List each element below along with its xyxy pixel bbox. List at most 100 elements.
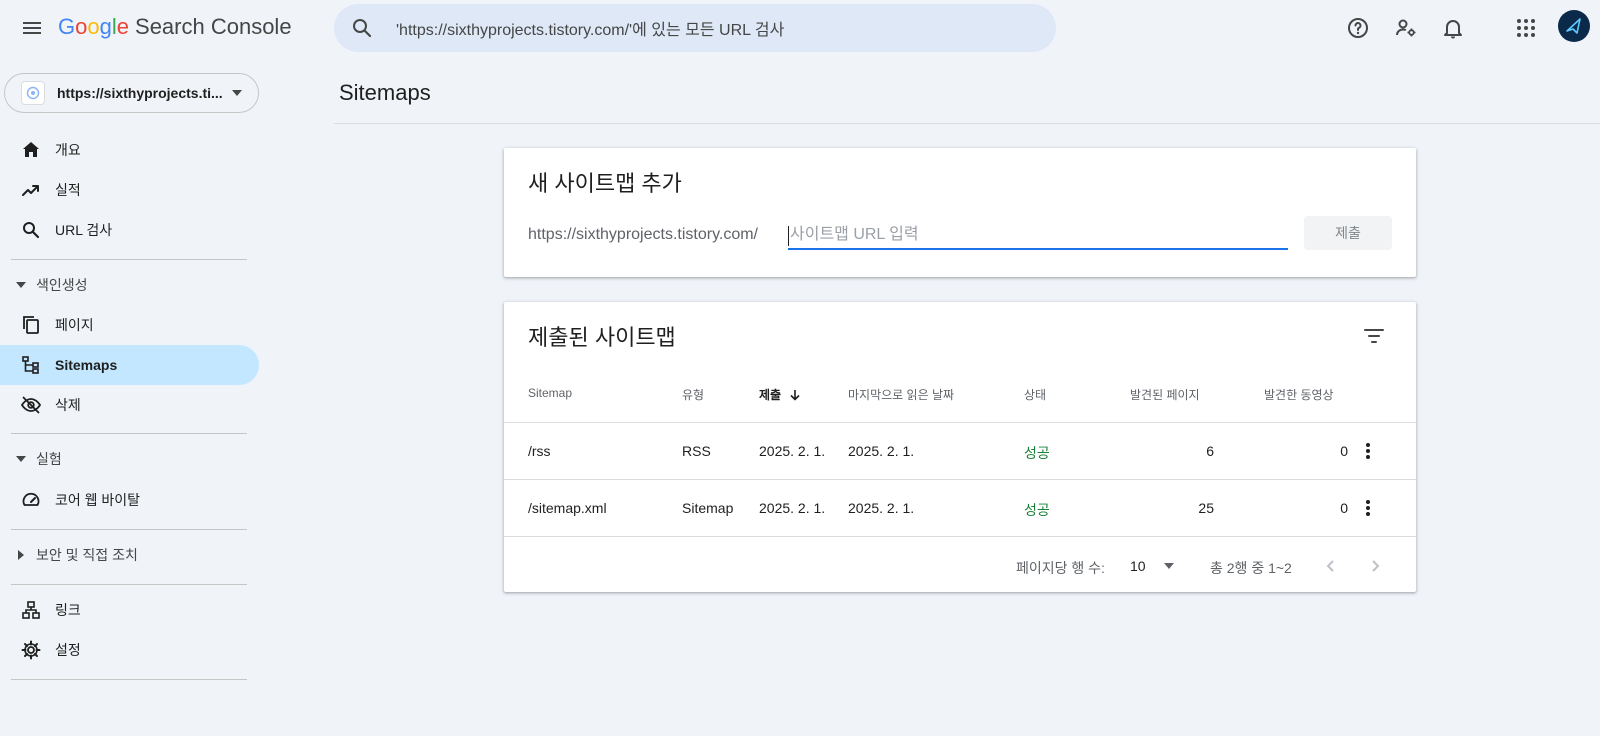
cell-last-read: 2025. 2. 1. [848,500,915,516]
logo-letter: G [58,14,76,39]
expand-less-icon [15,279,27,291]
nav-section-label: 보안 및 직접 조치 [36,547,138,563]
rows-per-page-label: 페이지당 행 수: [1016,560,1105,576]
nav-label: 설정 [55,642,81,658]
top-app-bar: Google Search Console 'https://sixthyproj… [0,0,1600,56]
settings-icon [20,639,42,661]
cell-sitemap: /sitemap.xml [528,500,607,516]
product-name: Search Console [135,14,292,39]
expand-more-icon [15,549,27,561]
magnify-icon [20,219,42,241]
nav-label: URL 검사 [55,222,113,238]
row-more-button[interactable] [1352,492,1384,524]
nav-item-pages[interactable]: 페이지 [0,305,259,345]
notifications-icon [1441,16,1465,40]
speed-icon [20,489,42,511]
submit-button[interactable]: 제출 [1304,216,1392,250]
cell-type: Sitemap [682,500,734,516]
previous-page-button[interactable] [1314,550,1346,582]
help-button[interactable] [1338,8,1378,48]
nav-section-security[interactable]: 보안 및 직접 조치 [0,537,259,573]
nav-label: 실적 [55,182,81,198]
sitemap-url-input[interactable] [788,222,1288,250]
cell-sitemap: /rss [528,443,551,459]
cell-discovered-videos: 0 [1340,443,1348,459]
column-header-sitemap[interactable]: Sitemap [528,386,572,400]
main-menu-button[interactable] [12,8,52,48]
nav-label: 개요 [55,142,81,158]
column-header-status[interactable]: 상태 [1024,386,1046,403]
text-cursor [788,226,789,246]
product-logo[interactable]: Google Search Console [58,14,292,40]
next-page-button[interactable] [1360,550,1392,582]
manage-users-button[interactable] [1386,8,1426,48]
cell-discovered-pages: 6 [1206,443,1214,459]
nav-item-overview[interactable]: 개요 [0,130,259,170]
links-icon [20,599,42,621]
property-label: https://sixthyprojects.ti... [57,85,223,101]
sitemap-icon [20,354,42,376]
cell-submitted: 2025. 2. 1. [759,443,826,459]
more-vert-icon [1366,443,1370,459]
cell-status: 성공 [1024,502,1050,518]
nav-divider [11,679,247,680]
nav-item-sitemaps[interactable]: Sitemaps [0,345,259,385]
visibility-off-icon [20,394,42,416]
cell-submitted: 2025. 2. 1. [759,500,826,516]
rows-per-page-value: 10 [1130,558,1146,574]
cell-discovered-videos: 0 [1340,500,1348,516]
nav-section-label: 색인생성 [36,277,88,293]
table-row[interactable]: /sitemap.xml Sitemap 2025. 2. 1. 2025. 2… [504,479,1416,536]
column-header-type[interactable]: 유형 [682,386,704,403]
submitted-sitemaps-card: 제출된 사이트맵 Sitemap 유형 제출 마지막으로 읽은 날짜 상태 발견… [504,302,1416,592]
chevron-left-icon [1326,560,1334,572]
cell-type: RSS [682,443,711,459]
manage-users-icon [1394,16,1418,40]
pagination-range: 총 2행 중 1~2 [1210,560,1292,576]
home-icon [20,139,42,161]
filter-icon [1364,329,1384,343]
nav-divider [11,584,247,585]
nav-label: 삭제 [55,397,81,413]
logo-letter: g [99,14,112,39]
nav-item-core-web-vitals[interactable]: 코어 웹 바이탈 [0,480,259,520]
cell-status: 성공 [1024,445,1050,461]
add-sitemap-title: 새 사이트맵 추가 [528,171,682,196]
filter-button[interactable] [1354,316,1394,356]
nav-item-settings[interactable]: 설정 [0,630,259,670]
apps-button[interactable] [1506,8,1546,48]
nav-divider [11,529,247,530]
chevron-right-icon [1372,560,1380,572]
apps-icon [1514,16,1538,40]
nav-label: 페이지 [55,317,94,333]
nav-item-performance[interactable]: 실적 [0,170,259,210]
nav-section-label: 실험 [36,451,62,467]
search-placeholder: 'https://sixthyprojects.tistory.com/'에 있… [396,22,785,39]
dropdown-arrow-icon [232,90,242,96]
url-inspection-search[interactable]: 'https://sixthyprojects.tistory.com/'에 있… [334,4,1056,52]
notifications-button[interactable] [1433,8,1473,48]
nav-section-indexing[interactable]: 색인생성 [0,267,259,303]
column-header-submitted[interactable]: 제출 [759,386,801,403]
table-row[interactable]: /rss RSS 2025. 2. 1. 2025. 2. 1. 성공 6 0 [504,422,1416,479]
pages-icon [20,314,42,336]
nav-item-url-inspection[interactable]: URL 검사 [0,210,259,250]
column-header-discovered-pages[interactable]: 발견된 페이지 [1130,386,1200,403]
column-header-discovered-videos[interactable]: 발견한 동영상 [1264,386,1334,403]
property-selector[interactable]: https://sixthyprojects.ti... [4,73,259,113]
nav-item-links[interactable]: 링크 [0,590,259,630]
nav-item-removals[interactable]: 삭제 [0,385,259,425]
nav-label: 코어 웹 바이탈 [55,492,141,508]
column-header-last-read[interactable]: 마지막으로 읽은 날짜 [848,386,954,403]
rows-per-page-select[interactable]: 10 [1130,552,1180,580]
dropdown-arrow-icon [1163,563,1174,569]
nav-section-experience[interactable]: 실험 [0,441,259,477]
add-sitemap-card: 새 사이트맵 추가 https://sixthyprojects.tistory… [504,148,1416,277]
table-footer-divider [504,536,1416,537]
logo-letter: e [116,14,130,39]
account-avatar[interactable] [1558,10,1590,42]
search-icon [350,16,374,40]
row-more-button[interactable] [1352,435,1384,467]
trending-up-icon [20,179,42,201]
help-icon [1346,16,1370,40]
